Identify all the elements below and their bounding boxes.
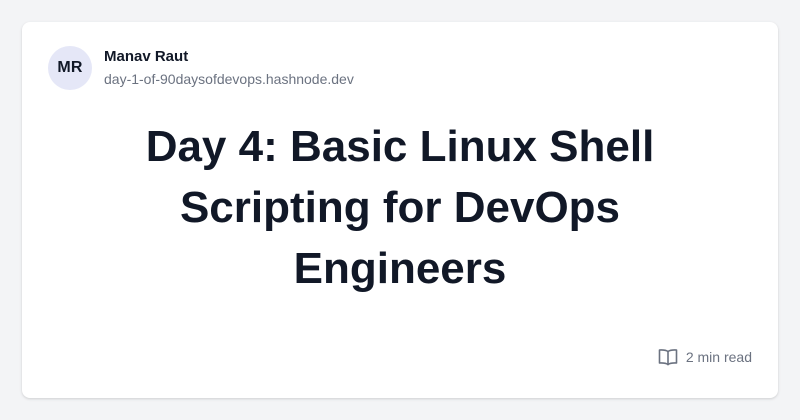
blog-domain[interactable]: day-1-of-90daysofdevops.hashnode.dev [104, 69, 354, 89]
author-name[interactable]: Manav Raut [104, 47, 354, 67]
read-time-label: 2 min read [685, 349, 752, 365]
post-card[interactable]: MR Manav Raut day-1-of-90daysofdevops.ha… [22, 22, 778, 398]
book-open-icon [656, 345, 680, 369]
read-time: 2 min read [656, 345, 752, 369]
avatar-initials: MR [57, 59, 83, 76]
post-title[interactable]: Day 4: Basic Linux Shell Scripting for D… [82, 116, 718, 299]
author-info: Manav Raut day-1-of-90daysofdevops.hashn… [104, 47, 354, 89]
author-block: MR Manav Raut day-1-of-90daysofdevops.ha… [48, 46, 354, 90]
avatar[interactable]: MR [48, 46, 92, 90]
